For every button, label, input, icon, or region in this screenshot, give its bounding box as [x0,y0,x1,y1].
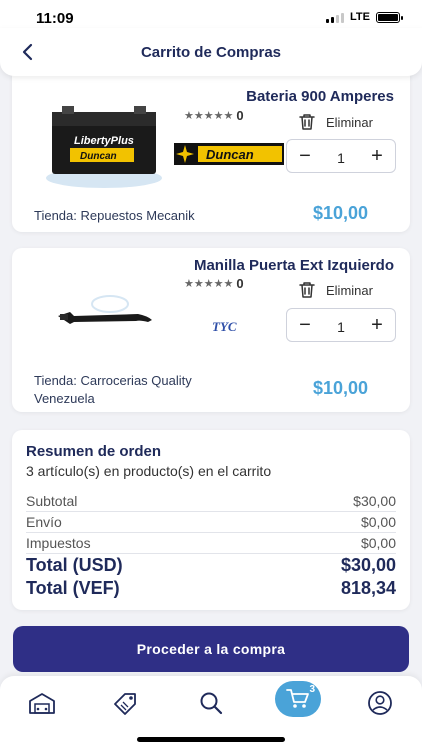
header: Carrito de Compras [0,28,422,76]
rating-stars: ★★★★★ [184,278,234,290]
row-label: Envío [26,514,62,530]
rating-count: 0 [236,108,244,123]
decrement-button[interactable]: − [297,315,313,335]
trash-icon [299,114,315,130]
tag-icon [114,693,136,715]
brand-logo-text: TYC [212,319,237,334]
rating-count: 0 [236,276,244,291]
quantity-value: 1 [337,319,345,335]
brand-logo-text: Duncan [206,147,254,162]
battery-icon [376,11,403,23]
decrement-button[interactable]: − [297,146,313,166]
quantity-stepper: − 1 + [286,308,396,342]
summary-total-vef: Total (VEF) 818,34 [26,578,396,601]
row-value: $0,00 [360,535,396,551]
quantity-stepper: − 1 + [286,139,396,173]
signal-icon [326,12,345,23]
home-indicator [137,737,285,742]
remove-button[interactable]: Eliminar [298,281,373,299]
summary-total-usd: Total (USD) $30,00 [26,555,396,578]
brand-logo-duncan: Duncan [174,143,284,165]
increment-button[interactable]: + [369,146,385,166]
row-value: $30,00 [353,493,396,509]
status-indicators: LTE [326,11,403,23]
summary-row-shipping: Envío $0,00 [26,514,396,533]
product-rating: ★★★★★ 0 [184,108,244,123]
item-price: $10,00 [312,203,368,223]
search-icon [200,692,223,715]
total-label: Total (USD) [26,555,123,575]
brand-logo-tyc: TYC [208,318,256,334]
remove-label: Eliminar [326,114,373,130]
summary-title: Resumen de orden [26,443,162,460]
page-title: Carrito de Compras [140,44,282,61]
quantity-value: 1 [337,150,345,166]
row-label: Subtotal [26,493,78,509]
increment-button[interactable]: + [369,315,385,335]
store-name: Tienda: Carrocerias Quality Venezuela [34,373,192,406]
tab-offers[interactable] [108,688,144,718]
order-summary: Resumen de orden 3 artículo(s) en produc… [12,430,410,610]
trash-icon [299,282,315,298]
product-image-door-handle [40,294,168,344]
product-name[interactable]: Bateria 900 Amperes [246,88,394,105]
cart-icon [286,689,309,708]
cart-count-badge: 3 [309,684,315,695]
product-rating: ★★★★★ 0 [184,276,244,291]
cart-item-door-handle: Manilla Puerta Ext Izquierdo ★★★★★ 0 TYC… [12,248,410,412]
tab-search[interactable] [193,688,229,718]
total-value: $30,00 [340,555,396,575]
product-brand-text: Duncan [80,151,117,162]
product-logo-text: LibertyPlus [74,135,134,147]
tab-profile[interactable] [362,688,398,718]
store-name: Tienda: Repuestos Mecanik [34,208,195,223]
rating-stars: ★★★★★ [184,110,234,122]
user-icon [368,691,392,715]
cart-item-battery: LibertyPlus Duncan Bateria 900 Amperes ★… [12,72,410,232]
row-value: $0,00 [360,514,396,530]
garage-icon [29,693,55,714]
row-label: Impuestos [26,535,91,551]
summary-row-taxes: Impuestos $0,00 [26,535,396,554]
product-name[interactable]: Manilla Puerta Ext Izquierdo [194,257,394,274]
checkout-button[interactable]: Proceder a la compra [13,626,409,672]
summary-row-subtotal: Subtotal $30,00 [26,493,396,512]
item-price: $10,00 [312,378,368,398]
status-time: 11:09 [36,10,74,27]
summary-subtitle: 3 artículo(s) en producto(s) en el carri… [26,463,272,479]
remove-button[interactable]: Eliminar [298,113,373,131]
tab-garage[interactable] [24,688,60,718]
network-type: LTE [350,11,370,23]
app-root: 11:09 LTE Carrito de Compras LibertyPlus… [0,0,422,750]
tab-cart[interactable]: 3 [275,681,321,717]
remove-label: Eliminar [326,282,373,298]
product-image-battery: LibertyPlus Duncan [40,94,168,190]
total-label: Total (VEF) [26,578,120,598]
total-value: 818,34 [340,578,396,598]
